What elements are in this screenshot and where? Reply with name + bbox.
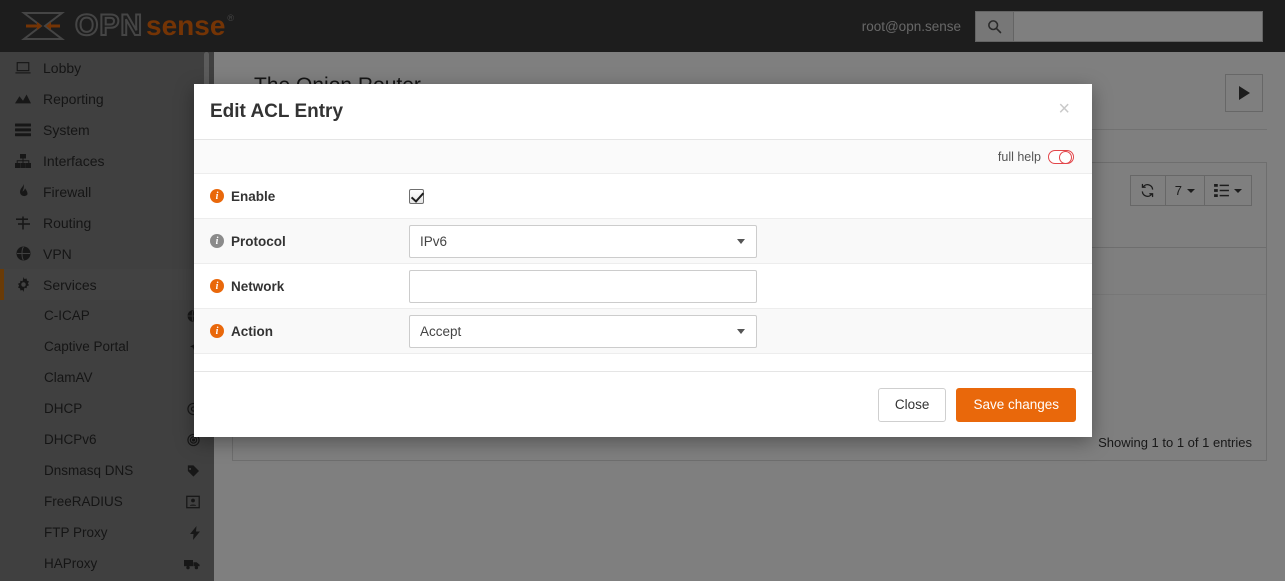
label-text: Network <box>231 279 284 294</box>
modal-footer: Close Save changes <box>194 371 1092 437</box>
full-help-row: full help <box>194 140 1092 174</box>
form-row-action: i Action Accept <box>194 309 1092 354</box>
field-label-protocol: i Protocol <box>210 234 409 249</box>
field-control-protocol: IPv6 <box>409 225 1076 258</box>
protocol-selected-value: IPv6 <box>420 234 447 249</box>
chevron-down-icon <box>737 239 745 244</box>
field-label-action: i Action <box>210 324 409 339</box>
protocol-select[interactable]: IPv6 <box>409 225 757 258</box>
close-button[interactable]: Close <box>878 388 947 422</box>
info-icon[interactable]: i <box>210 324 224 338</box>
full-help-toggle[interactable] <box>1048 150 1074 164</box>
chevron-down-icon <box>737 329 745 334</box>
label-text: Action <box>231 324 273 339</box>
field-label-network: i Network <box>210 279 409 294</box>
full-help-label: full help <box>998 150 1041 164</box>
action-select[interactable]: Accept <box>409 315 757 348</box>
save-changes-button[interactable]: Save changes <box>956 388 1076 422</box>
field-control-network <box>409 270 1076 303</box>
enable-checkbox[interactable] <box>409 189 424 204</box>
info-icon[interactable]: i <box>210 234 224 248</box>
info-icon[interactable]: i <box>210 279 224 293</box>
modal-title: Edit ACL Entry <box>210 101 343 123</box>
label-text: Enable <box>231 189 275 204</box>
form-row-protocol: i Protocol IPv6 <box>194 219 1092 264</box>
field-label-enable: i Enable <box>210 189 409 204</box>
close-icon[interactable]: × <box>1052 98 1076 120</box>
field-control-enable <box>409 189 1076 204</box>
field-control-action: Accept <box>409 315 1076 348</box>
network-input[interactable] <box>409 270 757 303</box>
app-root: The Onion Router 7 <box>0 0 1285 581</box>
label-text: Protocol <box>231 234 286 249</box>
action-selected-value: Accept <box>420 324 461 339</box>
edit-acl-entry-modal: Edit ACL Entry × full help i Enable i <box>194 84 1092 437</box>
form-row-network: i Network <box>194 264 1092 309</box>
info-icon[interactable]: i <box>210 189 224 203</box>
modal-header: Edit ACL Entry × <box>194 84 1092 140</box>
form-row-enable: i Enable <box>194 174 1092 219</box>
modal-body: full help i Enable i Protocol <box>194 140 1092 371</box>
